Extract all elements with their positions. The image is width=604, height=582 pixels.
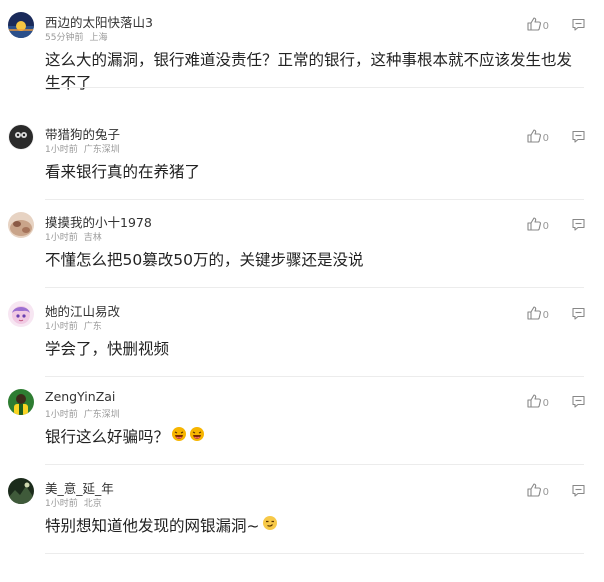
- comment-actions: 0: [526, 16, 586, 36]
- comment-location: 北京: [83, 499, 102, 509]
- username[interactable]: 摸摸我的小十1978: [45, 212, 152, 231]
- reply-button[interactable]: [571, 217, 586, 236]
- like-count: 0: [542, 397, 549, 409]
- football-avatar[interactable]: [8, 389, 34, 415]
- like-button[interactable]: 0: [526, 128, 549, 148]
- username[interactable]: 美_意_延_年: [45, 478, 114, 497]
- comment-time: 1小时前: [45, 233, 78, 243]
- dark-avatar[interactable]: [8, 124, 34, 150]
- like-button[interactable]: 0: [526, 482, 549, 502]
- comment-icon: [571, 306, 586, 325]
- reply-button[interactable]: [571, 483, 586, 502]
- username[interactable]: 带猎狗的兔子: [45, 124, 120, 143]
- like-count: 0: [542, 132, 549, 144]
- comment-item: 美_意_延_年 1小时前 北京 特别想知道他发现的网银漏洞~ 0: [0, 466, 604, 554]
- divider: [45, 87, 584, 88]
- comment-item: ZengYinZai 1小时前 广东深圳 银行这么好骗吗？ 0: [0, 377, 604, 465]
- comment-meta: 1小时前 广东深圳: [45, 142, 120, 155]
- comment-list: 西边的太阳快落山3 55分钟前 上海 这么大的漏洞，银行难道没责任？正常的银行，这…: [0, 0, 604, 582]
- thumbs-up-icon: [526, 305, 542, 325]
- comment-time: 1小时前: [45, 410, 78, 420]
- comment-text: 特别想知道他发现的网银漏洞~: [45, 517, 260, 535]
- comment-item: 带猎狗的兔子 1小时前 广东深圳 看来银行真的在养猪了 0: [0, 112, 604, 200]
- comment-meta: 55分钟前 上海: [45, 30, 107, 43]
- reply-button[interactable]: [571, 17, 586, 36]
- comment-text: 看来银行真的在养猪了: [45, 163, 201, 181]
- comment-time: 1小时前: [45, 322, 78, 332]
- thumbs-up-icon: [526, 216, 542, 236]
- comment-icon: [571, 217, 586, 236]
- comment-location: 上海: [89, 33, 108, 43]
- comment-actions: 0: [526, 216, 586, 236]
- comment-icon: [571, 483, 586, 502]
- comment-item: 西边的太阳快落山3 55分钟前 上海 这么大的漏洞，银行难道没责任？正常的银行，这…: [0, 0, 604, 92]
- comment-meta: 1小时前 广东深圳: [45, 407, 120, 420]
- comment-location: 广东深圳: [83, 145, 120, 155]
- pet-avatar[interactable]: [8, 212, 34, 238]
- comment-text: 银行这么好骗吗？: [45, 428, 170, 446]
- comment-icon: [571, 394, 586, 413]
- comment-time: 1小时前: [45, 499, 78, 509]
- thumbs-up-icon: [526, 16, 542, 36]
- like-count: 0: [542, 220, 549, 232]
- like-count: 0: [542, 486, 549, 498]
- username[interactable]: ZengYinZai: [45, 389, 115, 404]
- like-button[interactable]: 0: [526, 393, 549, 413]
- comment-text: 学会了，快删视频: [45, 340, 170, 358]
- comment-item: 摸摸我的小十1978 1小时前 吉林 不懂怎么把50篡改50万的，关键步骤还是没说…: [0, 200, 604, 288]
- comment-actions: 0: [526, 482, 586, 502]
- anime-avatar[interactable]: [8, 301, 34, 327]
- laughing-emoji-icon: [171, 426, 187, 449]
- smirk-emoji-icon: [262, 515, 278, 538]
- landscape-avatar[interactable]: [8, 478, 34, 504]
- divider: [45, 287, 584, 288]
- comment-text-container: 特别想知道他发现的网银漏洞~: [45, 515, 585, 538]
- like-button[interactable]: 0: [526, 16, 549, 36]
- comment-meta: 1小时前 北京: [45, 496, 102, 509]
- thumbs-up-icon: [526, 393, 542, 413]
- laughing-emoji-icon: [189, 426, 205, 449]
- thumbs-up-icon: [526, 482, 542, 502]
- comment-location: 吉林: [83, 233, 102, 243]
- comment-text: 这么大的漏洞，银行难道没责任？正常的银行，这种事根本就不应该发生也发生不了: [45, 51, 573, 92]
- like-button[interactable]: 0: [526, 305, 549, 325]
- comment-meta: 1小时前 吉林: [45, 230, 102, 243]
- divider: [45, 464, 584, 465]
- username[interactable]: 她的江山易改: [45, 301, 120, 320]
- comment-icon: [571, 17, 586, 36]
- comment-actions: 0: [526, 305, 586, 325]
- comment-actions: 0: [526, 128, 586, 148]
- comment-location: 广东: [83, 322, 102, 332]
- reply-button[interactable]: [571, 306, 586, 325]
- comment-text: 不懂怎么把50篡改50万的，关键步骤还是没说: [45, 251, 364, 269]
- sunset-avatar[interactable]: [8, 12, 34, 38]
- comment-time: 1小时前: [45, 145, 78, 155]
- like-count: 0: [542, 309, 549, 321]
- comment-meta: 1小时前 广东: [45, 319, 102, 332]
- thumbs-up-icon: [526, 128, 542, 148]
- comment-actions: 0: [526, 393, 586, 413]
- comment-time: 55分钟前: [45, 33, 84, 43]
- reply-button[interactable]: [571, 129, 586, 148]
- comment-text-container: 银行这么好骗吗？: [45, 426, 585, 449]
- reply-button[interactable]: [571, 394, 586, 413]
- comment-item: 她的江山易改 1小时前 广东 学会了，快删视频 0: [0, 289, 604, 377]
- divider: [45, 553, 584, 554]
- comment-icon: [571, 129, 586, 148]
- username[interactable]: 西边的太阳快落山3: [45, 12, 153, 31]
- like-button[interactable]: 0: [526, 216, 549, 236]
- like-count: 0: [542, 20, 549, 32]
- comment-location: 广东深圳: [83, 410, 120, 420]
